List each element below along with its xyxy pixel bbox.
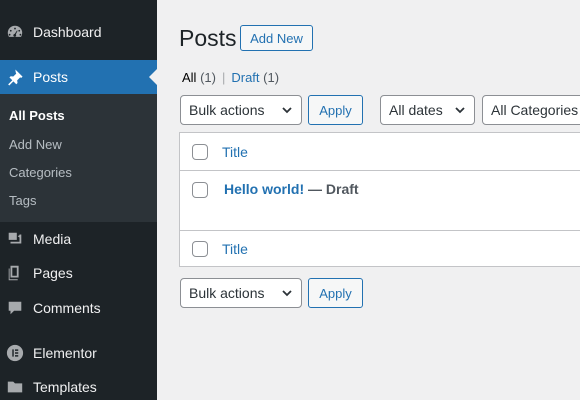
pin-icon [5, 67, 25, 87]
apply-button-top[interactable]: Apply [308, 95, 363, 125]
dashboard-icon [5, 22, 25, 42]
chevron-down-icon [455, 107, 465, 114]
submenu-all-posts[interactable]: All Posts [9, 108, 65, 123]
menu-pages-label: Pages [33, 265, 73, 281]
admin-sidebar: Dashboard Posts All Posts Add New Catego… [0, 0, 157, 400]
post-title: Hello world! — Draft [224, 181, 359, 197]
menu-elementor[interactable]: Elementor [0, 336, 157, 370]
elementor-icon [5, 343, 25, 363]
submenu-categories[interactable]: Categories [9, 165, 72, 180]
menu-templates-label: Templates [33, 379, 97, 395]
column-title-footer[interactable]: Title [222, 241, 248, 257]
menu-templates[interactable]: Templates [0, 370, 157, 400]
category-filter-select[interactable]: All Categories [482, 95, 580, 125]
chevron-down-icon [282, 290, 292, 297]
date-filter-value: All dates [389, 102, 443, 118]
comment-icon [5, 298, 25, 318]
menu-media-label: Media [33, 231, 72, 247]
view-draft-count: (1) [263, 70, 280, 85]
bulk-actions-value: Bulk actions [189, 285, 265, 301]
view-all-count: (1) [200, 70, 216, 85]
select-all-checkbox-bottom[interactable] [192, 241, 208, 257]
menu-comments[interactable]: Comments [0, 291, 157, 325]
submenu-tags[interactable]: Tags [9, 193, 36, 208]
column-title-header[interactable]: Title [222, 144, 248, 160]
post-state: — Draft [304, 181, 359, 197]
chevron-down-icon [282, 107, 292, 114]
page-title: Posts [179, 25, 237, 51]
posts-submenu: All Posts Add New Categories Tags [0, 94, 157, 222]
posts-table: Title Hello world! — Draft Title [179, 132, 580, 267]
bulk-actions-value: Bulk actions [189, 102, 265, 118]
table-row: Hello world! — Draft [180, 171, 580, 230]
view-draft[interactable]: Draft [231, 70, 259, 85]
menu-dashboard-label: Dashboard [33, 24, 102, 40]
view-all[interactable]: All [182, 70, 196, 85]
add-new-button[interactable]: Add New [240, 25, 313, 51]
folder-icon [5, 377, 25, 397]
table-footer-row: Title [180, 231, 580, 268]
bulk-actions-select-top[interactable]: Bulk actions [180, 95, 302, 125]
menu-media[interactable]: Media [0, 222, 157, 256]
post-title-link[interactable]: Hello world! [224, 181, 304, 197]
select-all-checkbox-top[interactable] [192, 144, 208, 160]
apply-button-bottom[interactable]: Apply [308, 278, 363, 308]
menu-comments-label: Comments [33, 300, 101, 316]
media-icon [5, 229, 25, 249]
post-status-views: All (1) | Draft (1) [182, 70, 279, 85]
bulk-actions-select-bottom[interactable]: Bulk actions [180, 278, 302, 308]
view-separator: | [221, 70, 226, 85]
menu-posts[interactable]: Posts [0, 60, 157, 94]
category-filter-value: All Categories [491, 102, 579, 118]
table-header-row: Title [180, 133, 580, 170]
menu-dashboard[interactable]: Dashboard [0, 15, 157, 49]
menu-posts-label: Posts [33, 69, 69, 85]
pages-icon [5, 263, 25, 283]
row-checkbox[interactable] [192, 182, 208, 198]
menu-elementor-label: Elementor [33, 345, 97, 361]
menu-pages[interactable]: Pages [0, 256, 157, 290]
submenu-add-new[interactable]: Add New [9, 137, 62, 152]
date-filter-select[interactable]: All dates [380, 95, 475, 125]
